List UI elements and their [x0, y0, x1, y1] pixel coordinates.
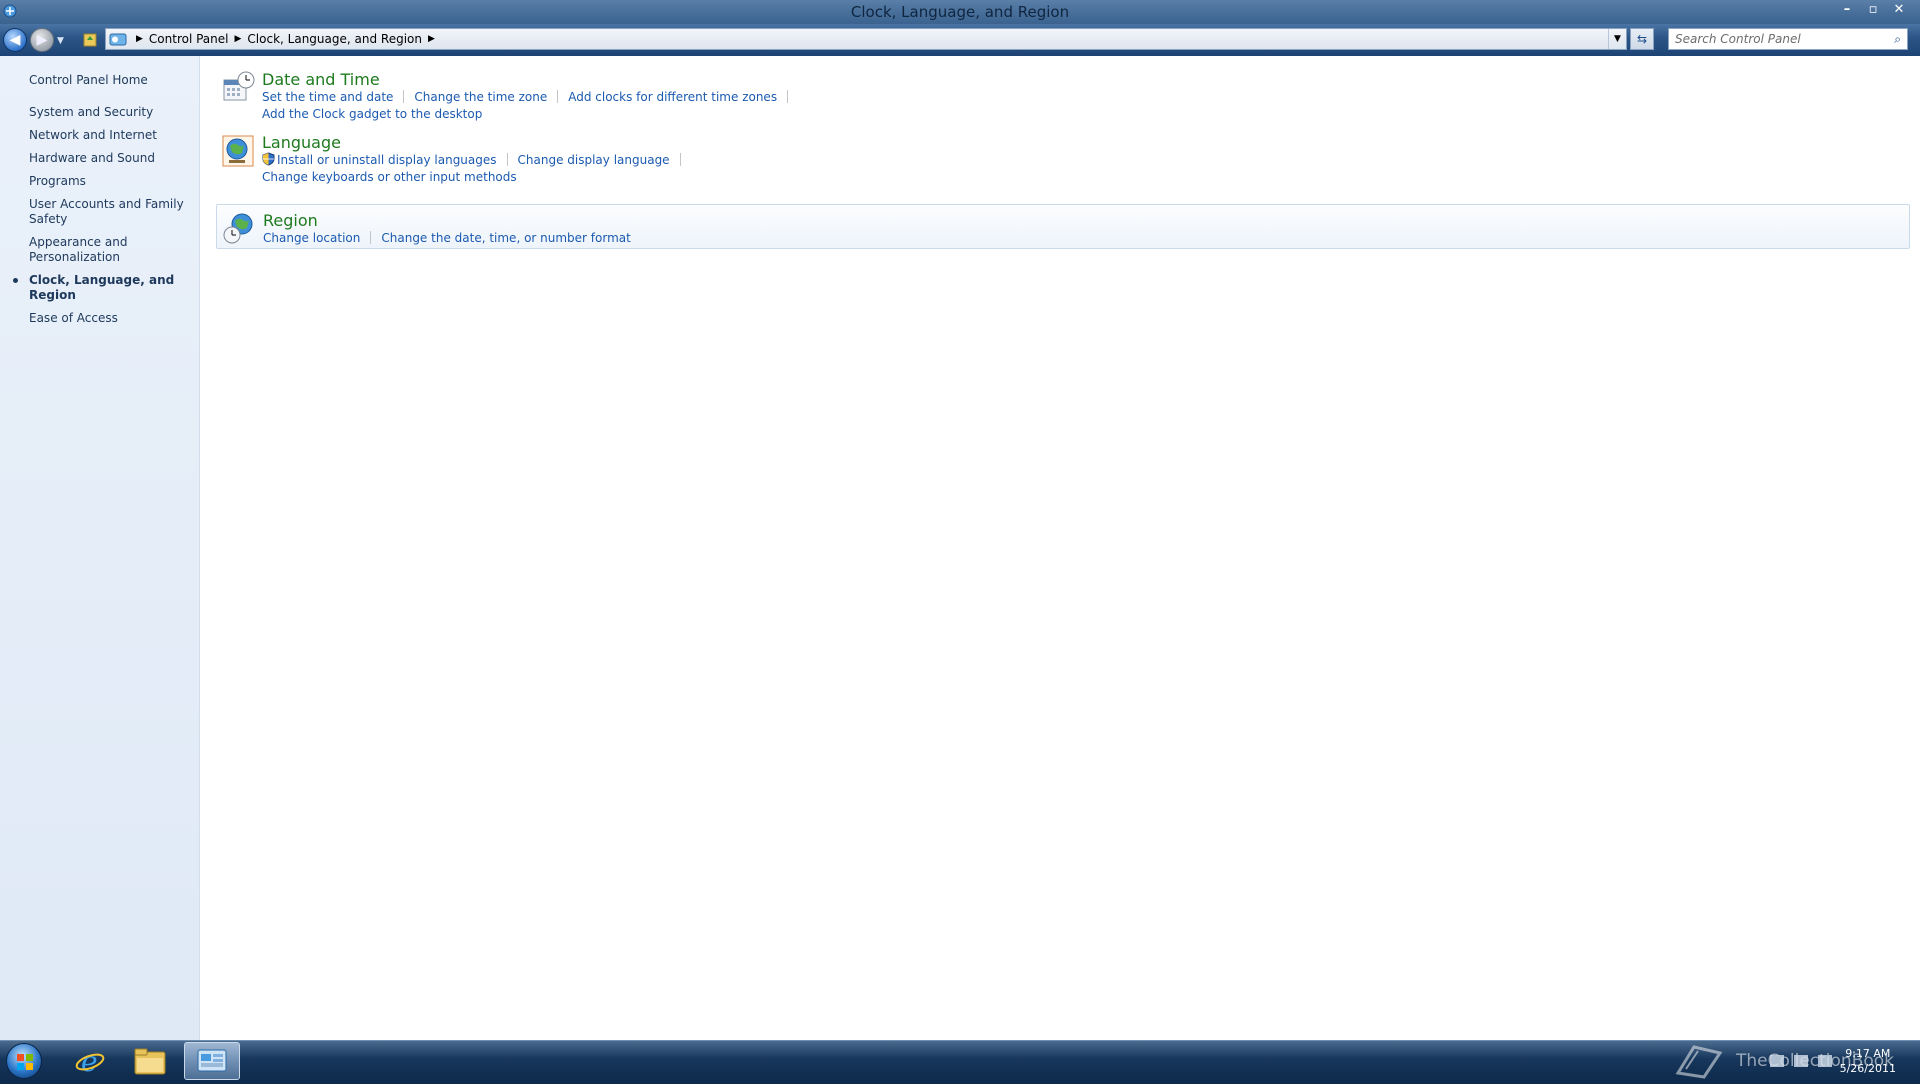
window-title: Clock, Language, and Region — [850, 3, 1070, 21]
close-button[interactable]: ✕ — [1888, 0, 1910, 18]
link-separator — [506, 153, 508, 166]
active-bullet-icon — [13, 278, 18, 283]
category-links-language: Install or uninstall display languages Ch… — [262, 152, 1910, 186]
link-change-time-zone[interactable]: Change the time zone — [414, 90, 547, 104]
arrow-right-icon: ▶ — [36, 32, 48, 48]
link-separator — [679, 153, 681, 166]
breadcrumb-clock-language-region[interactable]: Clock, Language, and Region — [247, 32, 422, 46]
back-button[interactable]: ◀ — [3, 28, 27, 52]
internet-explorer-icon: e — [75, 1045, 105, 1077]
action-center-flag-icon[interactable] — [1770, 1055, 1784, 1067]
globe-clock-icon[interactable] — [221, 211, 257, 247]
taskbar-clock[interactable]: 9:17 AM 5/26/2011 — [1840, 1046, 1896, 1076]
link-set-time-date[interactable]: Set the time and date — [262, 90, 393, 104]
link-change-location[interactable]: Change location — [263, 231, 360, 245]
clock-date: 5/26/2011 — [1839, 1062, 1896, 1075]
control-panel-window: Clock, Language, and Region – ▫ ✕ ◀ ▶ ▼ … — [0, 0, 1920, 1040]
category-title-region[interactable]: Region — [263, 211, 1909, 230]
minimize-button[interactable]: – — [1836, 0, 1858, 18]
control-panel-icon — [197, 1049, 227, 1072]
forward-button[interactable]: ▶ — [30, 28, 54, 52]
category-links-region: Change location Change the date, time, or… — [263, 230, 1909, 247]
category-title-date-time[interactable]: Date and Time — [262, 70, 1910, 89]
link-separator — [557, 90, 559, 103]
link-separator — [787, 90, 789, 103]
link-install-display-languages[interactable]: Install or uninstall display languages — [277, 153, 497, 167]
search-placeholder: Search Control Panel — [1675, 32, 1801, 46]
clock-time: 9:17 AM — [1845, 1047, 1891, 1060]
address-bar[interactable]: ▶ Control Panel ▶ Clock, Language, and R… — [105, 28, 1627, 50]
link-add-clock-gadget[interactable]: Add the Clock gadget to the desktop — [262, 107, 482, 121]
breadcrumb-separator-icon[interactable]: ▶ — [136, 34, 143, 44]
category-region[interactable]: Region Change location Change the date, t… — [216, 204, 1910, 249]
refresh-button[interactable]: ⇆ — [1630, 28, 1654, 50]
svg-text:e: e — [81, 1045, 98, 1077]
title-bar[interactable]: Clock, Language, and Region – ▫ ✕ — [0, 0, 1920, 24]
link-change-display-language[interactable]: Change display language — [518, 153, 670, 167]
sidebar-item-appearance[interactable]: Appearance and Personalization — [29, 235, 194, 265]
category-links-date-time: Set the time and date Change the time zon… — [262, 89, 1910, 123]
breadcrumb-separator-icon[interactable]: ▶ — [235, 34, 242, 44]
tray-icons — [1770, 1055, 1832, 1067]
navigation-bar: ◀ ▶ ▼ ▶ Control Panel ▶ Clock, Language,… — [0, 24, 1920, 56]
maximize-button[interactable]: ▫ — [1862, 0, 1884, 18]
main-content: Date and Time Set the time and date Chang… — [200, 56, 1920, 1040]
link-separator — [370, 231, 372, 244]
refresh-icon: ⇆ — [1636, 32, 1648, 46]
taskbar-control-panel[interactable] — [184, 1042, 240, 1080]
sidebar-item-clock-language-region[interactable]: Clock, Language, and Region — [13, 273, 194, 303]
link-change-keyboards[interactable]: Change keyboards or other input methods — [262, 170, 517, 184]
calendar-clock-icon[interactable] — [220, 70, 256, 106]
network-icon[interactable] — [1794, 1055, 1808, 1067]
globe-language-icon[interactable] — [220, 133, 256, 169]
search-input[interactable]: Search Control Panel ⌕ — [1668, 28, 1908, 50]
search-icon[interactable]: ⌕ — [1894, 32, 1901, 47]
category-date-time: Date and Time Set the time and date Chang… — [216, 64, 1910, 129]
sidebar-list: System and Security Network and Internet… — [13, 105, 194, 334]
recent-pages-dropdown[interactable]: ▼ — [57, 36, 64, 46]
window-controls: – ▫ ✕ — [1836, 0, 1910, 18]
category-language: Language Install or uninstall display la… — [216, 127, 1910, 192]
start-button[interactable] — [6, 1043, 42, 1079]
system-tray: TheCollectionBook 9:17 AM 5/26/2011 — [1560, 1041, 1920, 1081]
taskbar-internet-explorer[interactable]: e — [62, 1042, 118, 1080]
up-folder-icon[interactable] — [82, 30, 98, 48]
file-explorer-icon — [134, 1048, 166, 1075]
arrow-left-icon: ◀ — [9, 32, 21, 48]
taskbar: e TheCollectionBook 9:17 AM 5/26/2011 — [0, 1040, 1920, 1080]
breadcrumb-control-panel[interactable]: Control Panel — [149, 32, 229, 46]
windows-logo-icon — [17, 1054, 33, 1070]
uac-shield-icon — [262, 152, 275, 166]
sidebar-item-hardware-sound[interactable]: Hardware and Sound — [29, 151, 194, 166]
volume-icon[interactable] — [1818, 1055, 1832, 1067]
link-separator — [403, 90, 405, 103]
sidebar-item-label: Clock, Language, and Region — [29, 273, 175, 302]
sidebar: Control Panel Home System and Security N… — [0, 56, 200, 1040]
book-logo-icon — [1675, 1045, 1723, 1079]
address-dropdown-button[interactable]: ▼ — [1608, 29, 1626, 49]
sidebar-item-network-internet[interactable]: Network and Internet — [29, 128, 194, 143]
taskbar-file-explorer[interactable] — [122, 1042, 178, 1080]
sidebar-item-programs[interactable]: Programs — [29, 174, 194, 189]
control-panel-icon — [109, 33, 127, 46]
link-add-clocks[interactable]: Add clocks for different time zones — [568, 90, 777, 104]
sidebar-item-ease-of-access[interactable]: Ease of Access — [29, 311, 194, 326]
category-title-language[interactable]: Language — [262, 133, 1910, 152]
sidebar-item-system-security[interactable]: System and Security — [29, 105, 194, 120]
link-change-format[interactable]: Change the date, time, or number format — [381, 231, 630, 245]
sidebar-control-panel-home[interactable]: Control Panel Home — [29, 73, 148, 87]
breadcrumb-separator-icon[interactable]: ▶ — [428, 34, 435, 44]
sidebar-item-user-accounts[interactable]: User Accounts and Family Safety — [29, 197, 194, 227]
